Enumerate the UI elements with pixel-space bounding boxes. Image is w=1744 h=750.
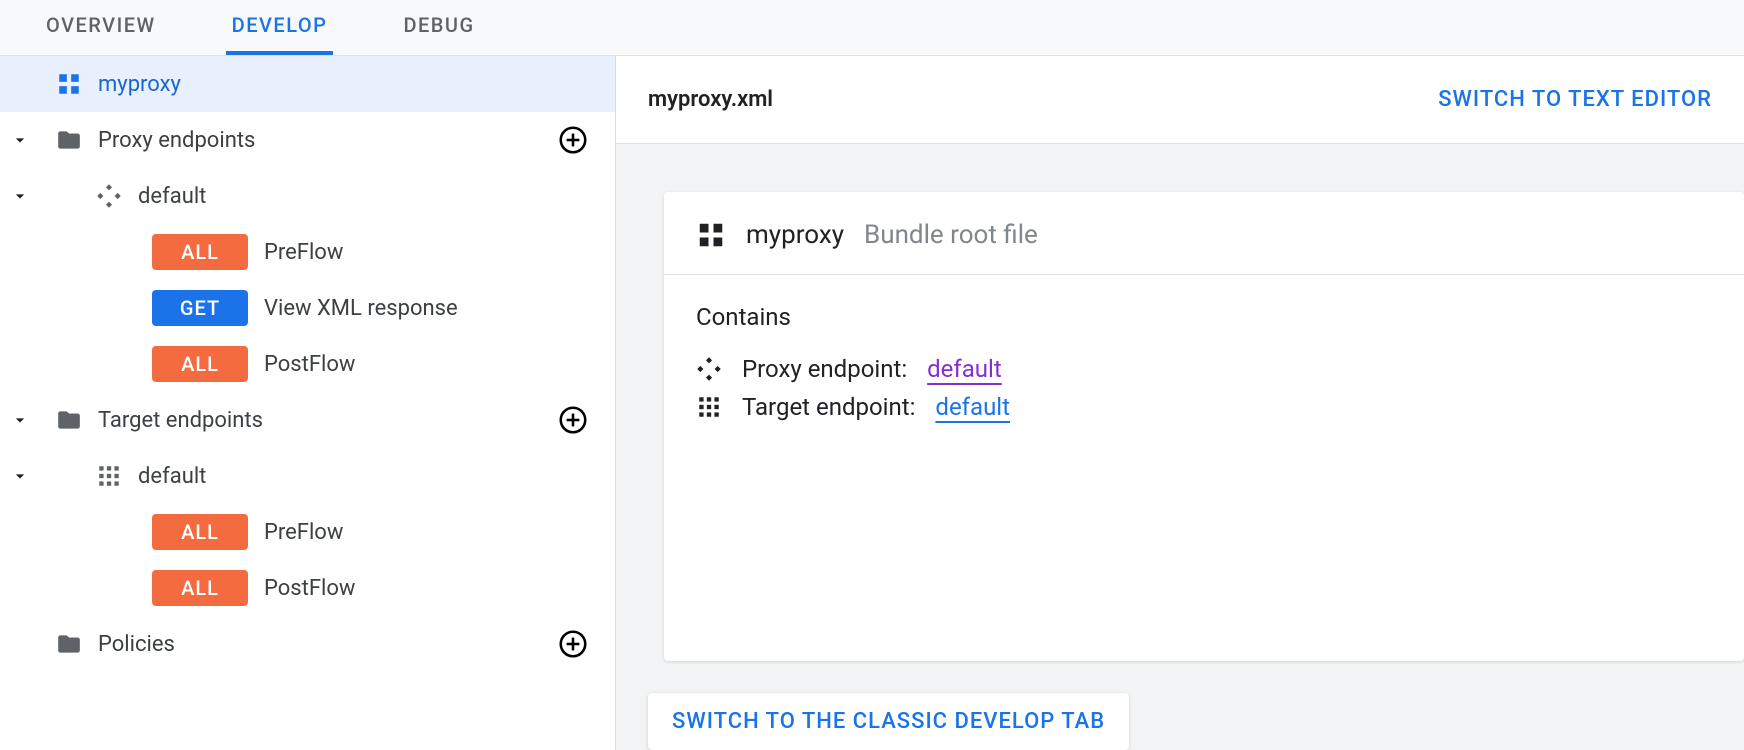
flow-name-label: PreFlow [264,240,599,265]
chevron-down-icon[interactable] [0,186,40,206]
target-default-label: default [138,464,599,489]
target-flow-item[interactable]: ALL PostFlow [0,560,615,616]
folder-icon [56,631,82,657]
sidebar-item-proxy-default[interactable]: default [0,168,615,224]
target-endpoint-key: Target endpoint: [742,393,915,421]
sidebar: myproxy Proxy endpoints default ALL PreFl… [0,56,616,750]
proxy-default-label: default [138,184,599,209]
root-label: myproxy [98,72,599,97]
proxy-endpoint-icon [696,356,722,382]
switch-to-text-editor-button[interactable]: SWITCH TO TEXT EDITOR [1438,87,1712,112]
filename-label: myproxy.xml [648,87,773,112]
proxy-endpoint-icon [96,183,122,209]
chevron-down-icon[interactable] [0,466,40,486]
contains-target-endpoint-row: Target endpoint: default [696,393,1712,421]
sidebar-item-target-default[interactable]: default [0,448,615,504]
target-endpoints-label: Target endpoints [98,408,557,433]
chevron-down-icon[interactable] [0,130,40,150]
proxy-endpoint-link[interactable]: default [927,355,1002,383]
flow-name-label: View XML response [264,296,599,321]
card-title: myproxy [746,220,844,250]
add-policy-button[interactable] [557,628,589,660]
http-method-badge: ALL [152,346,248,382]
http-method-badge: ALL [152,234,248,270]
sidebar-item-root[interactable]: myproxy [0,56,615,112]
add-proxy-endpoint-button[interactable] [557,124,589,156]
target-endpoint-link[interactable]: default [935,393,1010,421]
tab-overview[interactable]: OVERVIEW [40,0,162,55]
http-method-badge: ALL [152,570,248,606]
contains-proxy-endpoint-row: Proxy endpoint: default [696,355,1712,383]
switch-to-classic-develop-button[interactable]: SWITCH TO THE CLASSIC DEVELOP TAB [648,693,1129,750]
sidebar-item-policies[interactable]: Policies [0,616,615,672]
add-target-endpoint-button[interactable] [557,404,589,436]
contains-heading: Contains [696,303,1712,331]
target-endpoint-icon [96,463,122,489]
bundle-card: myproxy Bundle root file Contains Proxy … [664,192,1744,661]
flow-name-label: PreFlow [264,520,599,545]
http-method-badge: ALL [152,514,248,550]
http-method-badge: GET [152,290,248,326]
folder-icon [56,407,82,433]
proxy-endpoint-key: Proxy endpoint: [742,355,907,383]
main-panel: myproxy.xml SWITCH TO TEXT EDITOR myprox… [616,56,1744,750]
chevron-down-icon[interactable] [0,410,40,430]
target-endpoint-icon [696,394,722,420]
bundle-icon [56,71,82,97]
proxy-endpoints-label: Proxy endpoints [98,128,557,153]
target-flow-item[interactable]: ALL PreFlow [0,504,615,560]
proxy-flow-item[interactable]: GET View XML response [0,280,615,336]
proxy-flow-item[interactable]: ALL PostFlow [0,336,615,392]
tab-develop[interactable]: DEVELOP [226,0,334,55]
sidebar-item-target-endpoints[interactable]: Target endpoints [0,392,615,448]
tab-debug[interactable]: DEBUG [397,0,480,55]
proxy-flow-item[interactable]: ALL PreFlow [0,224,615,280]
flow-name-label: PostFlow [264,576,599,601]
policies-label: Policies [98,632,557,657]
folder-icon [56,127,82,153]
card-subtitle: Bundle root file [864,220,1038,250]
main-header: myproxy.xml SWITCH TO TEXT EDITOR [616,56,1744,144]
bundle-icon [696,220,726,250]
sidebar-item-proxy-endpoints[interactable]: Proxy endpoints [0,112,615,168]
flow-name-label: PostFlow [264,352,599,377]
tab-bar: OVERVIEW DEVELOP DEBUG [0,0,1744,56]
